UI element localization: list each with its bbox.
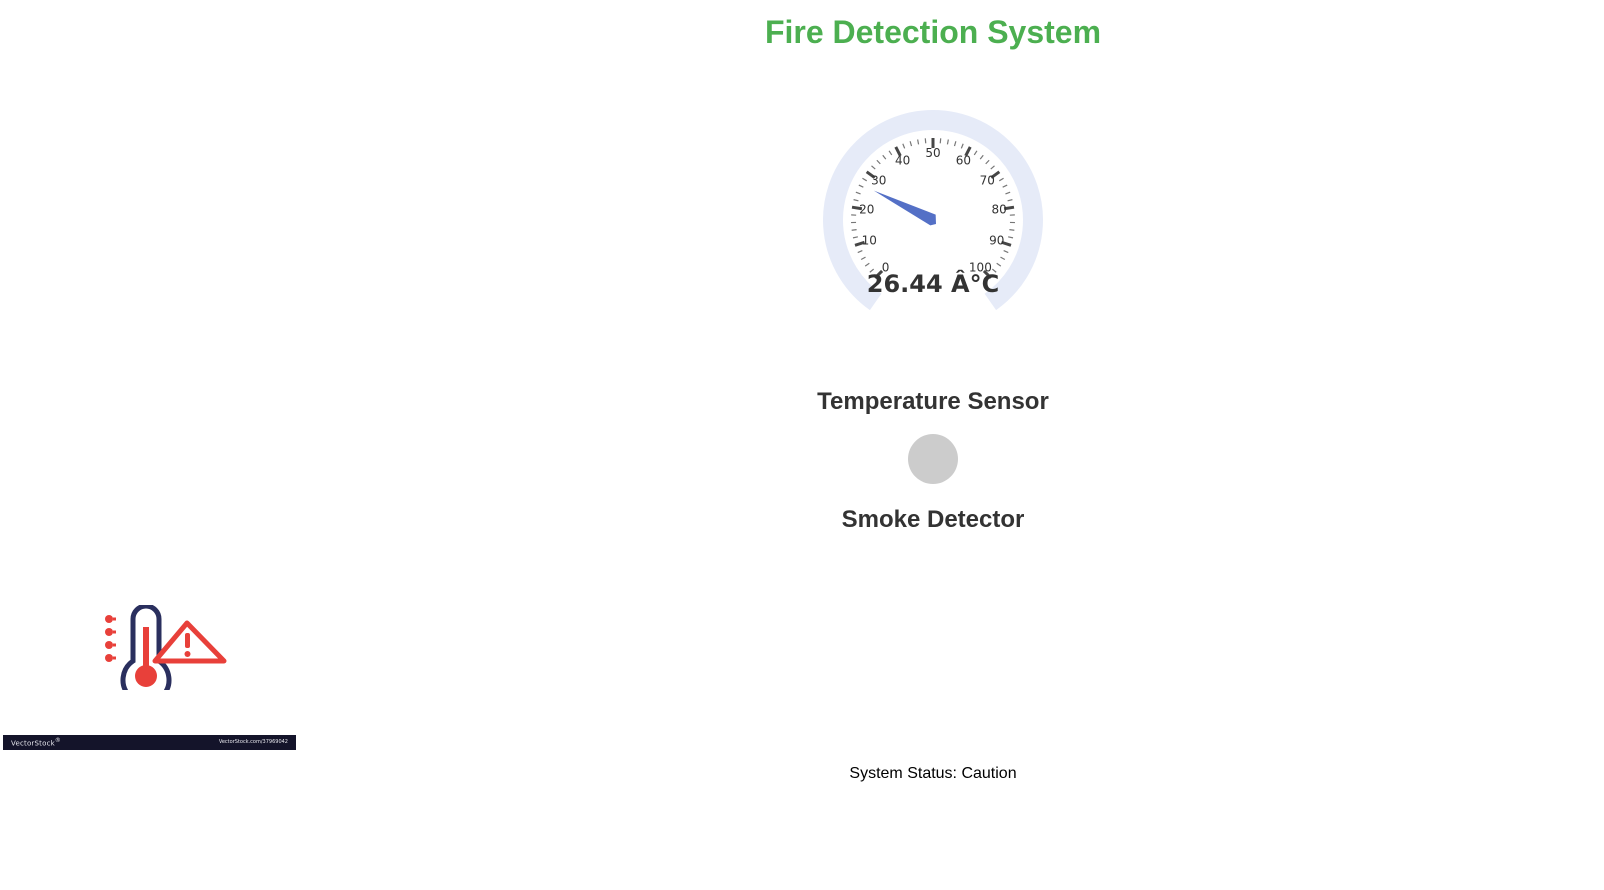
gauge-minor-tick <box>1000 256 1006 261</box>
gauge-minor-tick <box>1003 250 1009 254</box>
smoke-detector-indicator <box>908 434 958 484</box>
stock-brand-name: VectorStock <box>11 739 55 748</box>
smoke-detector-label: Smoke Detector <box>841 506 1025 533</box>
gauge-tick-label: 90 <box>989 234 1004 248</box>
gauge-minor-tick <box>902 143 906 149</box>
gauge-minor-tick <box>860 256 866 261</box>
gauge-tick-label: 40 <box>895 153 910 167</box>
gauge-tick-label: 20 <box>859 203 874 217</box>
gauge-minor-tick <box>953 141 957 147</box>
gauge-minor-tick <box>1002 184 1008 188</box>
gauge-minor-tick <box>864 262 870 267</box>
gauge-minor-tick <box>998 177 1004 182</box>
gauge-tick-label: 60 <box>956 153 971 167</box>
gauge-minor-tick <box>857 250 863 254</box>
gauge-tick-label: 10 <box>862 234 877 248</box>
gauge-tick-label: 70 <box>980 174 995 188</box>
gauge-minor-tick <box>858 184 864 188</box>
gauge-tick-label: 80 <box>992 203 1007 217</box>
system-status: System Status: Caution <box>849 765 1017 782</box>
gauge-minor-tick <box>1007 199 1013 202</box>
gauge-minor-tick <box>1005 191 1011 195</box>
temperature-sensor-label: Temperature Sensor <box>817 388 1049 415</box>
stock-watermark-bar: VectorStock® VectorStock.com/37969042 <box>3 735 296 750</box>
gauge-minor-tick <box>917 139 920 145</box>
gauge-minor-tick <box>946 139 949 145</box>
gauge-minor-tick <box>862 177 868 182</box>
gauge-minor-tick <box>888 150 893 156</box>
stock-image: VectorStock® VectorStock.com/37969042 <box>3 595 296 750</box>
temperature-gauge: 0 10 20 30 40 50 60 70 80 90 100 26.44 Â°C <box>813 100 1053 310</box>
gauge-minor-tick <box>882 154 887 160</box>
gauge-minor-tick <box>871 165 876 170</box>
gauge-tick-labels: 0102030405060708090100 <box>859 146 1007 274</box>
gauge-minor-tick <box>973 150 978 156</box>
gauge-tick-label: 50 <box>925 146 940 160</box>
gauge-minor-tick <box>1008 236 1014 239</box>
stock-brand-mark: ® <box>54 738 61 744</box>
gauge-minor-tick <box>990 165 995 170</box>
gauge-minor-tick <box>909 141 913 147</box>
gauge-value-readout: 26.44 Â°C <box>867 269 999 298</box>
page-title: Fire Detection System <box>764 14 1102 50</box>
gauge-minor-tick <box>852 236 858 239</box>
gauge-minor-tick <box>876 159 881 165</box>
temperature-gauge-svg: 0102030405060708090100 26.44 Â°C <box>823 110 1043 310</box>
gauge-needle <box>873 190 936 226</box>
gauge-tick-label: 30 <box>871 174 886 188</box>
gauge-minor-tick <box>979 154 984 160</box>
gauge-minor-tick <box>960 143 964 149</box>
stock-brand: VectorStock® <box>11 738 61 747</box>
gauge-minor-tick <box>1009 229 1015 231</box>
stock-url: VectorStock.com/37969042 <box>218 739 288 745</box>
gauge-minor-tick <box>851 229 857 231</box>
fire-detection-page: Fire Detection System 0 10 20 30 40 50 60 70 80 9… <box>0 0 1604 890</box>
gauge-minor-tick <box>996 262 1002 267</box>
thermometer-warning-icon <box>105 605 227 690</box>
gauge-minor-tick <box>853 199 859 202</box>
gauge-minor-tick <box>985 159 990 165</box>
gauge-minor-tick <box>855 191 861 195</box>
